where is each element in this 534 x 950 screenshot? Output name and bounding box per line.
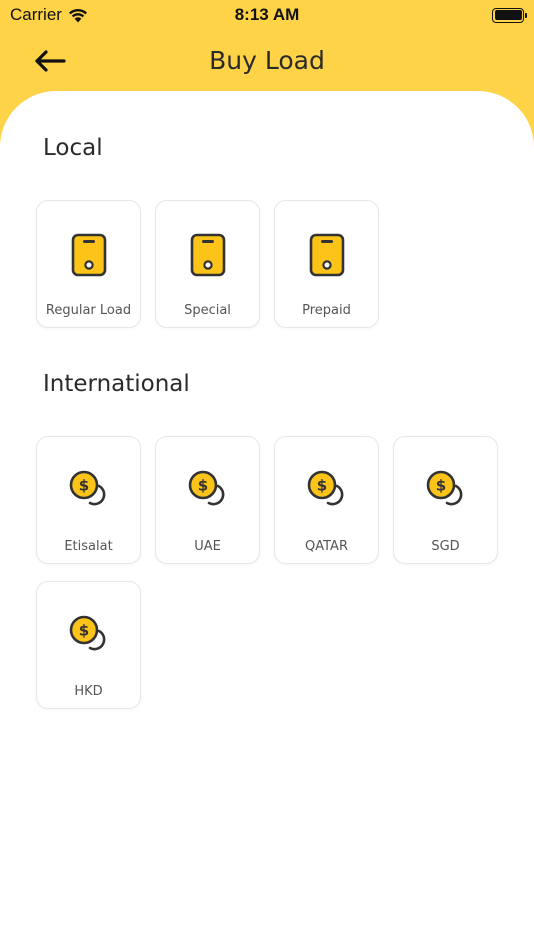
tile-label: Etisalat	[64, 539, 113, 554]
section-title-local: Local	[43, 135, 103, 161]
coin-icon: $	[69, 470, 105, 506]
tile-label: Special	[184, 303, 231, 318]
wifi-icon	[68, 8, 87, 22]
section-title-international: International	[43, 371, 190, 397]
coin-icon: $	[69, 615, 105, 651]
carrier-info: Carrier	[10, 5, 88, 25]
load-option-etisalat[interactable]: $ Etisalat	[36, 436, 141, 564]
status-bar: Carrier 8:13 AM	[0, 0, 534, 30]
tile-label: UAE	[194, 539, 221, 554]
tile-label: HKD	[74, 684, 103, 699]
battery-icon	[492, 7, 527, 23]
tile-label: SGD	[431, 539, 460, 554]
phone-icon	[71, 233, 106, 277]
load-option-hkd[interactable]: $ HKD	[36, 581, 141, 709]
load-option-sgd[interactable]: $ SGD	[393, 436, 498, 564]
coin-icon: $	[188, 470, 224, 506]
load-option-uae[interactable]: $ UAE	[155, 436, 260, 564]
phone-icon	[190, 233, 225, 277]
header: Buy Load	[0, 36, 534, 86]
svg-text:$: $	[316, 477, 326, 495]
carrier-label: Carrier	[10, 5, 62, 24]
content-sheet: Local Regular Load Special Prepaid Inter…	[0, 91, 534, 950]
load-option-regular-load[interactable]: Regular Load	[36, 200, 141, 328]
load-option-prepaid[interactable]: Prepaid	[274, 200, 379, 328]
load-option-special[interactable]: Special	[155, 200, 260, 328]
svg-text:$: $	[197, 477, 207, 495]
page-title: Buy Load	[209, 46, 325, 75]
svg-text:$: $	[78, 477, 88, 495]
svg-text:$: $	[435, 477, 445, 495]
coin-icon: $	[426, 470, 462, 506]
svg-text:$: $	[78, 622, 88, 640]
tile-label: Prepaid	[302, 303, 351, 318]
tile-label: QATAR	[305, 539, 348, 554]
load-option-qatar[interactable]: $ QATAR	[274, 436, 379, 564]
tile-label: Regular Load	[45, 303, 132, 318]
coin-icon: $	[307, 470, 343, 506]
phone-icon	[309, 233, 344, 277]
buy-load-screen: Carrier 8:13 AM Buy Load Local Regular L…	[0, 0, 534, 950]
